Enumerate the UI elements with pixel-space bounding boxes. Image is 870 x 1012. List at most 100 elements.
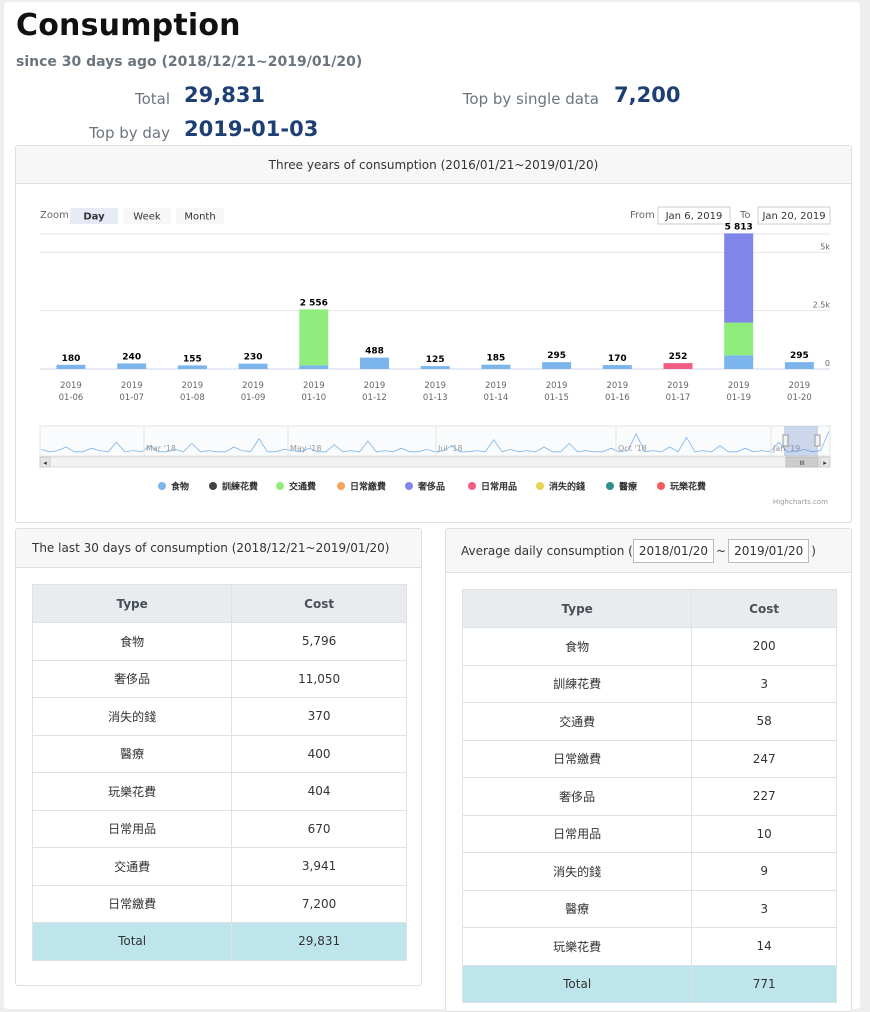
average-from-input[interactable]: 2018/01/20 (632, 538, 715, 563)
table-row: 奢侈品 227 (461, 777, 837, 816)
bar-segment[interactable] (724, 233, 754, 323)
zoom-day-button[interactable]: Day (70, 208, 118, 224)
legend-symbol (276, 482, 284, 490)
from-label: From (630, 210, 655, 221)
bar-segment[interactable] (724, 322, 754, 356)
total-label-cell: Total (461, 964, 693, 1003)
table-row: 食物 200 (461, 627, 837, 666)
type-cell: 玩樂花費 (31, 772, 233, 811)
average-to-input[interactable]: 2019/01/20 (728, 538, 810, 563)
navigator-label: May '18 (290, 444, 321, 453)
navigator-handle-left[interactable] (782, 434, 789, 447)
last30-title: The last 30 days of consumption (2018/12… (16, 529, 421, 568)
last30-table: Type Cost 食物 5,796 奢侈品 11,050 消失的錢 370 醫療 40… (31, 584, 407, 961)
bar-segment[interactable] (663, 363, 693, 369)
type-cell: 食物 (461, 627, 693, 666)
legend-item[interactable]: 醫療 (606, 481, 637, 493)
y-tick-label: 2.5k (813, 301, 831, 310)
chart-scrollbar[interactable]: ◂ ▸ III (39, 456, 831, 468)
legend-label: 訓練花費 (222, 481, 258, 493)
legend-item[interactable]: 消失的錢 (536, 481, 585, 493)
bar-segment[interactable] (299, 365, 329, 369)
x-tick-label-date: 01-16 (605, 393, 630, 403)
table-row: 消失的錢 9 (461, 852, 837, 891)
average-header: Average daily consumption ( 2018/01/20 ~… (446, 529, 851, 573)
type-cell: 奢侈品 (31, 659, 233, 698)
x-tick-label-date: 01-15 (544, 393, 569, 403)
type-cell: 日常用品 (461, 814, 693, 853)
data-label: 185 (487, 354, 506, 364)
to-date-value: Jan 20, 2019 (761, 211, 825, 222)
table-row: 日常用品 10 (461, 814, 837, 853)
data-label: 125 (426, 355, 445, 365)
total-row: Total 29,831 (31, 922, 407, 961)
top-day-label: Top by day (89, 124, 170, 142)
bar-segment[interactable] (784, 362, 814, 369)
x-tick-label-year: 2019 (789, 381, 811, 391)
table-row: 醫療 400 (31, 734, 407, 773)
table-row: 食物 5,796 (31, 622, 407, 661)
chart-bars (56, 233, 814, 369)
bar-segment[interactable] (117, 363, 147, 369)
y-tick-label: 0 (825, 359, 830, 368)
to-date-input[interactable]: Jan 20, 2019 (757, 206, 831, 225)
bar-segment[interactable] (56, 364, 86, 369)
x-tick-label-year: 2019 (121, 381, 143, 391)
zoom-label: Zoom (40, 210, 69, 221)
bar-segment[interactable] (724, 355, 754, 369)
cost-cell: 670 (231, 809, 407, 848)
x-tick-label-date: 01-13 (423, 393, 448, 403)
legend-item[interactable]: 交通費 (276, 481, 316, 493)
data-label: 5 813 (725, 222, 753, 232)
total-value-cell: 771 (691, 964, 837, 1003)
cost-cell: 7,200 (231, 884, 407, 923)
data-label: 295 (790, 351, 809, 361)
legend-label: 醫療 (619, 481, 637, 493)
legend-item[interactable]: 奢侈品 (405, 481, 445, 493)
total-label: Total (134, 90, 170, 108)
zoom-day-label: Day (83, 212, 105, 223)
zoom-week-button[interactable]: Week (123, 208, 171, 224)
bar-segment[interactable] (177, 365, 207, 369)
total-label-cell: Total (31, 922, 233, 961)
type-cell: 消失的錢 (461, 852, 693, 891)
total-value: 29,831 (184, 83, 266, 107)
zoom-month-button[interactable]: Month (176, 208, 224, 224)
bar-segment[interactable] (481, 364, 511, 369)
x-tick-label-year: 2019 (60, 381, 82, 391)
navigator-handle-right[interactable] (814, 434, 821, 447)
bar-segment[interactable] (420, 366, 450, 369)
cost-cell: 3 (691, 889, 837, 928)
average-title: Average daily consumption ( (461, 543, 633, 558)
legend-item[interactable]: 訓練花費 (209, 481, 258, 493)
legend-item[interactable]: 食物 (158, 481, 189, 493)
legend-item[interactable]: 日常用品 (468, 481, 517, 493)
legend-symbol (209, 482, 217, 490)
average-card: Average daily consumption ( 2018/01/20 ~… (445, 528, 852, 1012)
type-cell: 醫療 (31, 734, 233, 773)
x-tick-label-date: 01-10 (301, 393, 326, 403)
legend-item[interactable]: 日常繳費 (337, 481, 386, 493)
top-single-label: Top by single data (462, 90, 599, 108)
data-label: 240 (122, 352, 141, 362)
column-header-cost: Cost (231, 584, 407, 623)
bar-segment[interactable] (542, 362, 572, 369)
x-tick-label-year: 2019 (364, 381, 386, 391)
bar-segment[interactable] (238, 363, 268, 369)
cost-cell: 9 (691, 852, 837, 891)
legend-item[interactable]: 玩樂花費 (657, 481, 706, 493)
bar-segment[interactable] (602, 365, 632, 369)
bar-segment[interactable] (299, 309, 329, 366)
x-tick-label-date: 01-19 (726, 393, 751, 403)
legend-symbol (536, 482, 544, 490)
cost-cell: 227 (691, 777, 837, 816)
column-header-type: Type (31, 584, 233, 623)
from-date-input[interactable]: Jan 6, 2019 (657, 206, 731, 225)
data-label: 170 (608, 354, 627, 364)
chart-credits[interactable]: Highcharts.com (773, 498, 828, 506)
table-row: 日常繳費 247 (461, 739, 837, 778)
type-cell: 日常繳費 (31, 884, 233, 923)
chart-navigator[interactable]: Mar '18May '18Jul '18Oct '18Jan '19 (39, 425, 831, 457)
x-tick-label-date: 01-14 (484, 393, 509, 403)
bar-segment[interactable] (360, 357, 389, 369)
